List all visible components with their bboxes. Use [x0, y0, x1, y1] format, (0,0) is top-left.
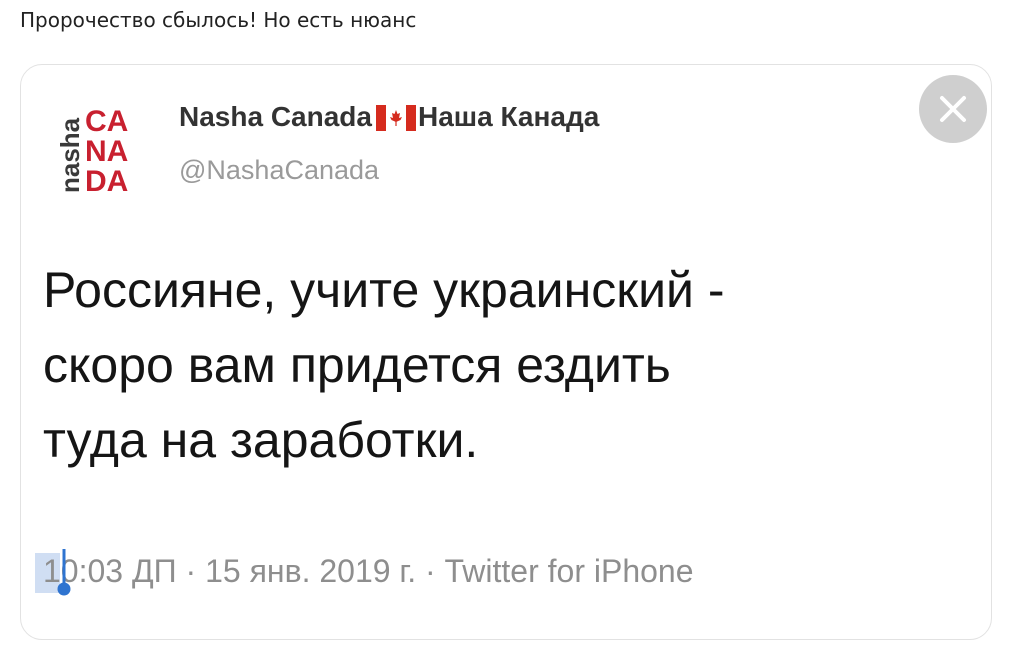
- tweet-text: Россияне, учите украинский - скоро вам п…: [43, 253, 973, 478]
- author-handle[interactable]: @NashaCanada: [179, 155, 379, 186]
- logo-vertical-text: nasha: [55, 117, 85, 193]
- author-name[interactable]: Nasha Canada Наша Канада: [179, 101, 599, 133]
- tweet-text-line: туда на заработки.: [43, 412, 479, 468]
- nasha-canada-logo: nasha CA NA DA: [55, 105, 128, 197]
- canada-flag-icon: [375, 105, 416, 131]
- tweet-text-line: скоро вам придется ездить: [43, 337, 671, 393]
- tweet-text-line: Россияне, учите украинский -: [43, 262, 725, 318]
- logo-row-da: DA: [85, 165, 128, 197]
- author-name-cyrillic: Наша Канада: [417, 101, 600, 132]
- tweet-meta[interactable]: 10:03 ДП · 15 янв. 2019 г. · Twitter for…: [43, 553, 694, 590]
- logo-row-na: NA: [85, 135, 128, 168]
- close-icon: [940, 96, 966, 122]
- post-caption: Пророчество сбылось! Но есть нюанс: [20, 8, 417, 32]
- logo-row-ca: CA: [85, 105, 128, 138]
- close-button[interactable]: [919, 75, 987, 143]
- author-name-latin: Nasha Canada: [179, 101, 372, 132]
- tweet-card: nasha CA NA DA Nasha Canada Наша Канада …: [20, 64, 992, 640]
